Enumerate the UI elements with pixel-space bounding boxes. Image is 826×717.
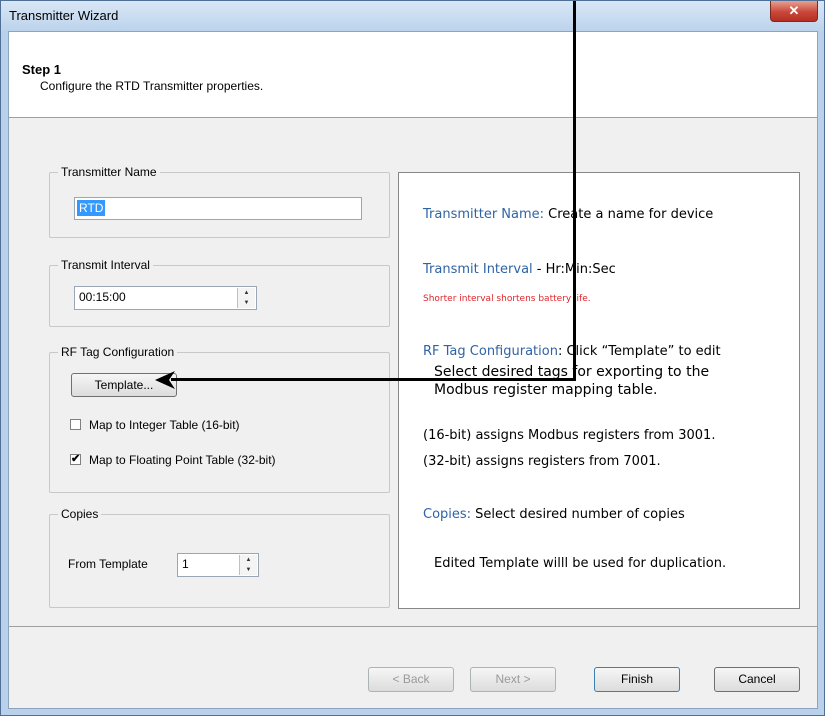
- wizard-client-area: Step 1 Configure the RTD Transmitter pro…: [8, 31, 818, 709]
- transmit-interval-value: 00:15:00: [79, 290, 126, 304]
- cancel-button-label: Cancel: [738, 672, 776, 686]
- rf-tag-configuration-group: RF Tag Configuration Template... Map to …: [49, 345, 390, 493]
- close-icon: ✕: [788, 3, 800, 18]
- check-icon: ✔: [71, 453, 81, 465]
- copies-value: 1: [182, 557, 189, 571]
- transmitter-wizard-window: Transmitter Wizard ✕ Step 1 Configure th…: [0, 0, 825, 716]
- transmitter-name-group: Transmitter Name RTD: [49, 165, 390, 238]
- help-rf-line3: Modbus register mapping table.: [434, 382, 658, 398]
- help-copies: Copies: Select desired number of copies: [423, 507, 685, 522]
- help-copies-line2: Edited Template willl be used for duplic…: [434, 556, 727, 571]
- window-title: Transmitter Wizard: [9, 8, 119, 23]
- help-rf-line5: (32-bit) assigns registers from 7001.: [423, 454, 661, 469]
- back-button[interactable]: < Back: [368, 667, 454, 692]
- map-integer-checkbox[interactable]: [70, 419, 81, 430]
- step-description: Configure the RTD Transmitter properties…: [40, 79, 264, 93]
- close-button[interactable]: ✕: [770, 1, 818, 22]
- annotation-arrow-horizontal: [171, 378, 576, 381]
- copies-spinbox[interactable]: 1 ▲ ▼: [177, 553, 259, 577]
- finish-button-label: Finish: [620, 672, 653, 686]
- transmit-interval-spinbox[interactable]: 00:15:00 ▲ ▼: [74, 286, 257, 310]
- help-copies-key: Copies:: [423, 507, 472, 522]
- help-name-text: Create a name for device: [544, 207, 714, 222]
- help-rf-line4: (16-bit) assigns Modbus registers from 3…: [423, 428, 716, 443]
- finish-button[interactable]: Finish: [594, 667, 680, 692]
- map-float-checkbox[interactable]: ✔: [70, 454, 81, 465]
- template-button-label: Template...: [94, 378, 154, 392]
- spin-down-icon[interactable]: ▼: [240, 565, 257, 575]
- copies-group: Copies From Template 1 ▲ ▼: [49, 507, 390, 608]
- cancel-button[interactable]: Cancel: [714, 667, 800, 692]
- next-button[interactable]: Next >: [470, 667, 556, 692]
- transmit-interval-group: Transmit Interval 00:15:00 ▲ ▼: [49, 258, 390, 327]
- spin-down-icon[interactable]: ▼: [238, 298, 255, 308]
- help-interval-warning: Shorter interval shortens battery life.: [423, 294, 591, 304]
- help-panel: Transmitter Name: Create a name for devi…: [398, 172, 800, 609]
- transmit-interval-group-label: Transmit Interval: [58, 258, 153, 272]
- help-rf-tag: RF Tag Configuration: Click “Template” t…: [423, 344, 721, 359]
- step-title: Step 1: [22, 62, 62, 77]
- help-name-key: Transmitter Name:: [423, 207, 545, 222]
- wizard-header: Step 1 Configure the RTD Transmitter pro…: [9, 32, 817, 118]
- annotation-arrowhead-icon: [155, 371, 175, 389]
- help-copies-text: Select desired number of copies: [471, 507, 685, 522]
- help-transmit-interval: Transmit Interval - Hr:Min:Sec: [423, 262, 616, 277]
- rf-tag-configuration-group-label: RF Tag Configuration: [58, 345, 178, 359]
- from-template-label: From Template: [68, 557, 148, 571]
- annotation-arrow-vertical: [573, 1, 576, 381]
- copies-spinner[interactable]: ▲ ▼: [239, 555, 257, 575]
- copies-group-label: Copies: [58, 507, 102, 521]
- help-transmitter-name: Transmitter Name: Create a name for devi…: [423, 207, 713, 222]
- help-rf-text: : Click “Template” to edit: [557, 344, 721, 359]
- title-bar: Transmitter Wizard ✕: [1, 1, 824, 31]
- transmitter-name-value: RTD: [77, 200, 106, 216]
- transmit-interval-spinner[interactable]: ▲ ▼: [237, 288, 255, 308]
- map-integer-label: Map to Integer Table (16-bit): [89, 418, 240, 432]
- help-rf-key: RF Tag Configuration: [423, 344, 558, 359]
- transmitter-name-input[interactable]: RTD: [74, 197, 362, 220]
- transmitter-name-group-label: Transmitter Name: [58, 165, 160, 179]
- wizard-footer: < Back Next > Finish Cancel: [9, 627, 817, 708]
- map-float-label: Map to Floating Point Table (32-bit): [89, 453, 276, 467]
- help-interval-key: Transmit Interval: [423, 262, 533, 277]
- next-button-label: Next >: [495, 672, 531, 686]
- back-button-label: < Back: [392, 672, 430, 686]
